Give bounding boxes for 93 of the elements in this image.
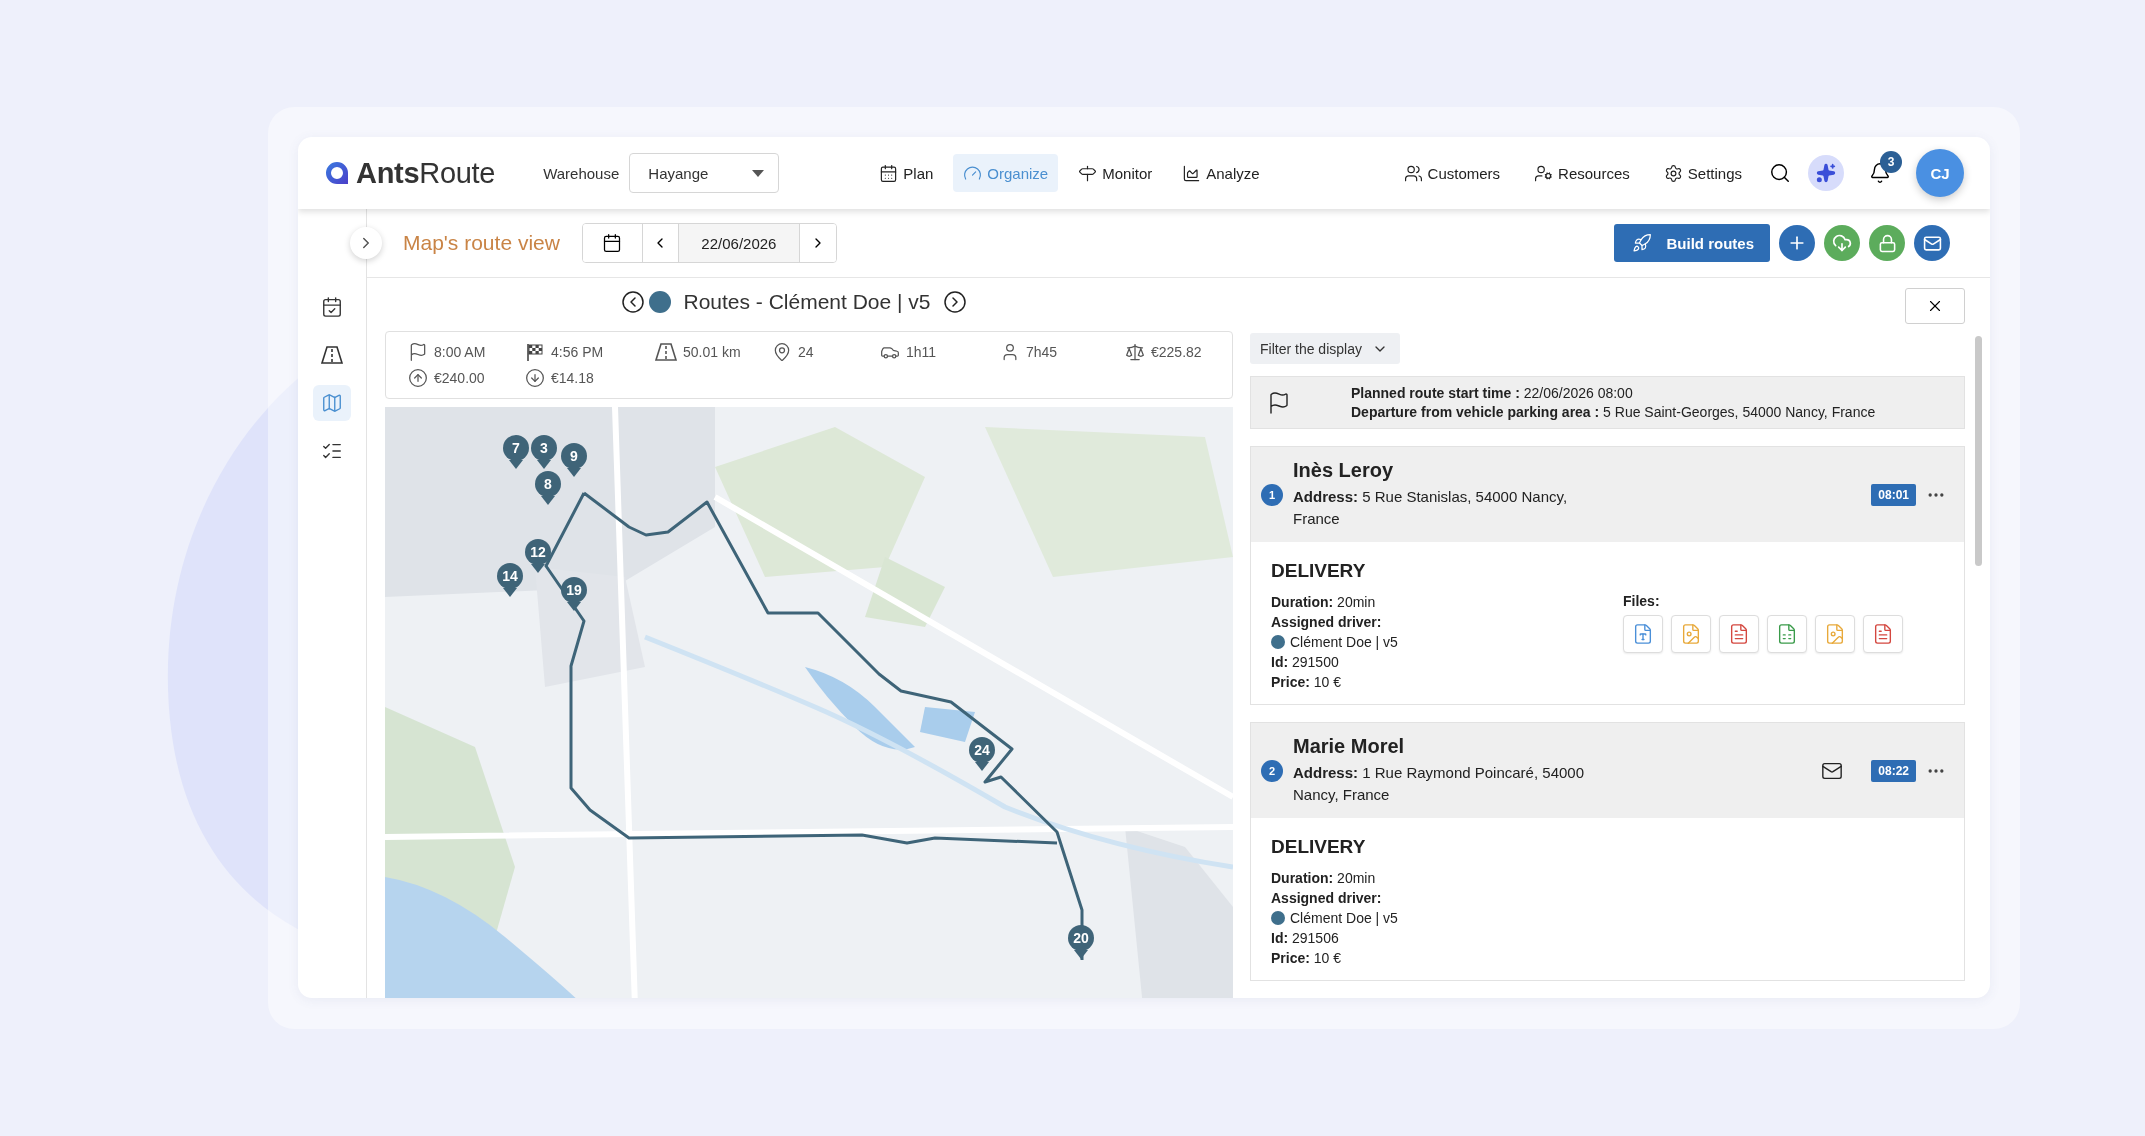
driver-name: Clément Doe | v5 bbox=[1290, 910, 1398, 926]
image-file-icon bbox=[1680, 623, 1702, 645]
map-icon bbox=[321, 392, 343, 414]
cloud-download-icon bbox=[1832, 233, 1852, 253]
flag-icon bbox=[1267, 390, 1291, 415]
flag-icon bbox=[408, 342, 428, 362]
signpost-icon bbox=[1078, 163, 1098, 183]
search-icon bbox=[1769, 162, 1791, 184]
address-text: Address: 5 Rue Stanislas, 54000 Nancy, France bbox=[1293, 487, 1569, 529]
driver-label: Assigned driver: bbox=[1271, 614, 1383, 630]
file-button[interactable] bbox=[1623, 615, 1663, 653]
time-badge: 08:01 bbox=[1871, 483, 1916, 506]
notifications-button[interactable]: 3 bbox=[1858, 151, 1902, 195]
stat-value: 50.01 km bbox=[683, 344, 741, 360]
pdf-file-icon bbox=[1728, 623, 1750, 645]
caret-icon bbox=[752, 169, 765, 177]
nav-link[interactable]: Customers bbox=[1393, 154, 1511, 192]
stop-type: DELIVERY bbox=[1271, 560, 1367, 582]
stat-value: 7h45 bbox=[1026, 344, 1058, 360]
calendar-icon bbox=[602, 233, 623, 253]
nav-tab[interactable]: Plan bbox=[869, 154, 944, 192]
scale-icon bbox=[1125, 342, 1145, 362]
lock-button[interactable] bbox=[1869, 225, 1905, 261]
driver-label: Assigned driver: bbox=[1271, 890, 1383, 906]
stat-value: €225.82 bbox=[1151, 344, 1202, 360]
stat-value: 8:00 AM bbox=[434, 344, 486, 360]
road-icon bbox=[655, 342, 677, 362]
close-button[interactable] bbox=[1905, 288, 1965, 324]
scrollbar[interactable] bbox=[1975, 336, 1982, 566]
notification-count: 3 bbox=[1880, 151, 1902, 173]
next-route-icon[interactable] bbox=[942, 290, 967, 314]
spreadsheet-file-icon bbox=[1776, 623, 1798, 645]
date-field[interactable]: 22/06/2026 bbox=[678, 224, 800, 262]
stat-value: 24 bbox=[798, 344, 814, 360]
nav-tab[interactable]: Analyze bbox=[1172, 154, 1270, 192]
stat-value: €240.00 bbox=[434, 370, 485, 386]
add-button[interactable] bbox=[1779, 225, 1815, 261]
download-button[interactable] bbox=[1824, 225, 1860, 261]
user-avatar[interactable]: CJ bbox=[1916, 149, 1964, 197]
calendar-button[interactable] bbox=[582, 224, 643, 262]
road-icon bbox=[321, 345, 343, 365]
assistant-button[interactable] bbox=[1808, 155, 1844, 191]
id-text: Id: 291500 bbox=[1271, 654, 1340, 670]
lock-icon bbox=[1877, 233, 1897, 253]
pdf-file-icon bbox=[1872, 623, 1894, 645]
stat-value: 4:56 PM bbox=[551, 344, 604, 360]
map-pin-icon bbox=[772, 342, 792, 362]
route-title: Routes - Clément Doe | v5 bbox=[683, 290, 931, 314]
price-text: Price: 10 € bbox=[1271, 950, 1343, 966]
stat-value: 1h11 bbox=[906, 344, 937, 360]
sparkles-icon bbox=[1816, 163, 1836, 183]
id-text: Id: 291506 bbox=[1271, 930, 1340, 946]
driver-name: Clément Doe | v5 bbox=[1290, 634, 1398, 650]
checkered-flag-icon bbox=[525, 342, 545, 362]
people-icon bbox=[1403, 163, 1423, 183]
settings-icon bbox=[1663, 163, 1683, 183]
time-badge: 08:22 bbox=[1871, 759, 1916, 782]
nav-link[interactable]: Resources bbox=[1524, 154, 1640, 192]
logo-icon bbox=[324, 160, 350, 186]
stop-type: DELIVERY bbox=[1271, 836, 1367, 858]
start-time-text: Planned route start time : 22/06/2026 08:00 bbox=[1351, 385, 1634, 401]
customer-name: Inès Leroy bbox=[1293, 459, 1395, 482]
area-chart-icon bbox=[1182, 163, 1202, 183]
departure-text: Departure from vehicle parking area : 5 Rue Saint-Georges, 54000 Nancy, France bbox=[1351, 404, 1876, 420]
filter-dropdown[interactable]: Filter the display bbox=[1250, 333, 1400, 364]
previous-route-icon[interactable] bbox=[621, 290, 646, 314]
email-button[interactable] bbox=[1914, 225, 1950, 261]
mail-icon bbox=[1922, 233, 1942, 253]
file-button[interactable] bbox=[1863, 615, 1903, 653]
calendar-check-icon bbox=[321, 296, 343, 318]
stat-value: €14.18 bbox=[551, 370, 594, 386]
page-title: Map's route view bbox=[403, 231, 560, 255]
duration-text: Duration: 20min bbox=[1271, 870, 1377, 886]
image-file-icon bbox=[1824, 623, 1846, 645]
stop-number: 2 bbox=[1261, 759, 1283, 782]
files-label: Files: bbox=[1623, 593, 1661, 609]
file-button[interactable] bbox=[1767, 615, 1807, 653]
user-gear-icon bbox=[1534, 163, 1554, 183]
duration-text: Duration: 20min bbox=[1271, 594, 1377, 610]
calendar-icon bbox=[879, 163, 899, 183]
nav-tab[interactable]: Monitor bbox=[1068, 154, 1163, 192]
nav-link[interactable]: Settings bbox=[1653, 154, 1752, 192]
customer-name: Marie Morel bbox=[1293, 735, 1406, 758]
warehouse-label: Warehouse bbox=[543, 164, 620, 182]
warehouse-select[interactable]: Hayange bbox=[629, 153, 780, 193]
build-routes-button[interactable]: Build routes bbox=[1614, 224, 1770, 262]
address-text: Address: 1 Rue Raymond Poincaré, 54000 Nancy, France bbox=[1293, 763, 1585, 805]
rocket-icon bbox=[1632, 233, 1653, 253]
price-text: Price: 10 € bbox=[1271, 674, 1343, 690]
stop-number: 1 bbox=[1261, 483, 1283, 506]
word-file-icon bbox=[1632, 623, 1654, 645]
file-button[interactable] bbox=[1719, 615, 1759, 653]
app-logo: AntsRoute bbox=[356, 156, 496, 190]
